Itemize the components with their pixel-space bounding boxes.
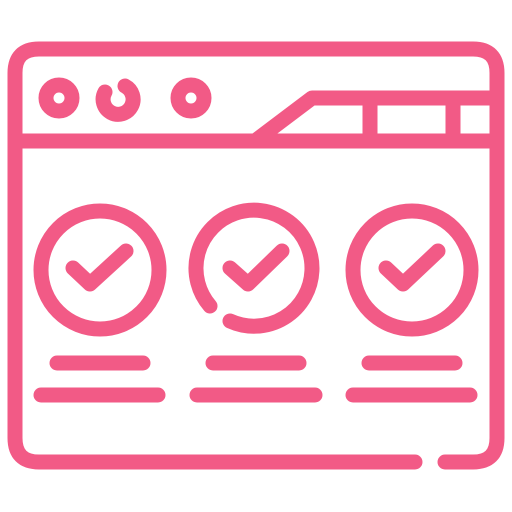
checkmark-icon	[378, 243, 446, 292]
dot-icon	[38, 77, 80, 119]
browser-checklist-illustration	[0, 0, 512, 512]
check-item-3	[345, 203, 479, 337]
dot-icon	[95, 78, 141, 122]
checkmark-icon	[65, 243, 134, 292]
checkmark-icon	[222, 243, 290, 292]
check-item-2	[188, 202, 320, 334]
dot-icon	[170, 77, 212, 119]
browser-window-checklist-icon	[7, 41, 505, 470]
check-item-1	[33, 203, 167, 337]
